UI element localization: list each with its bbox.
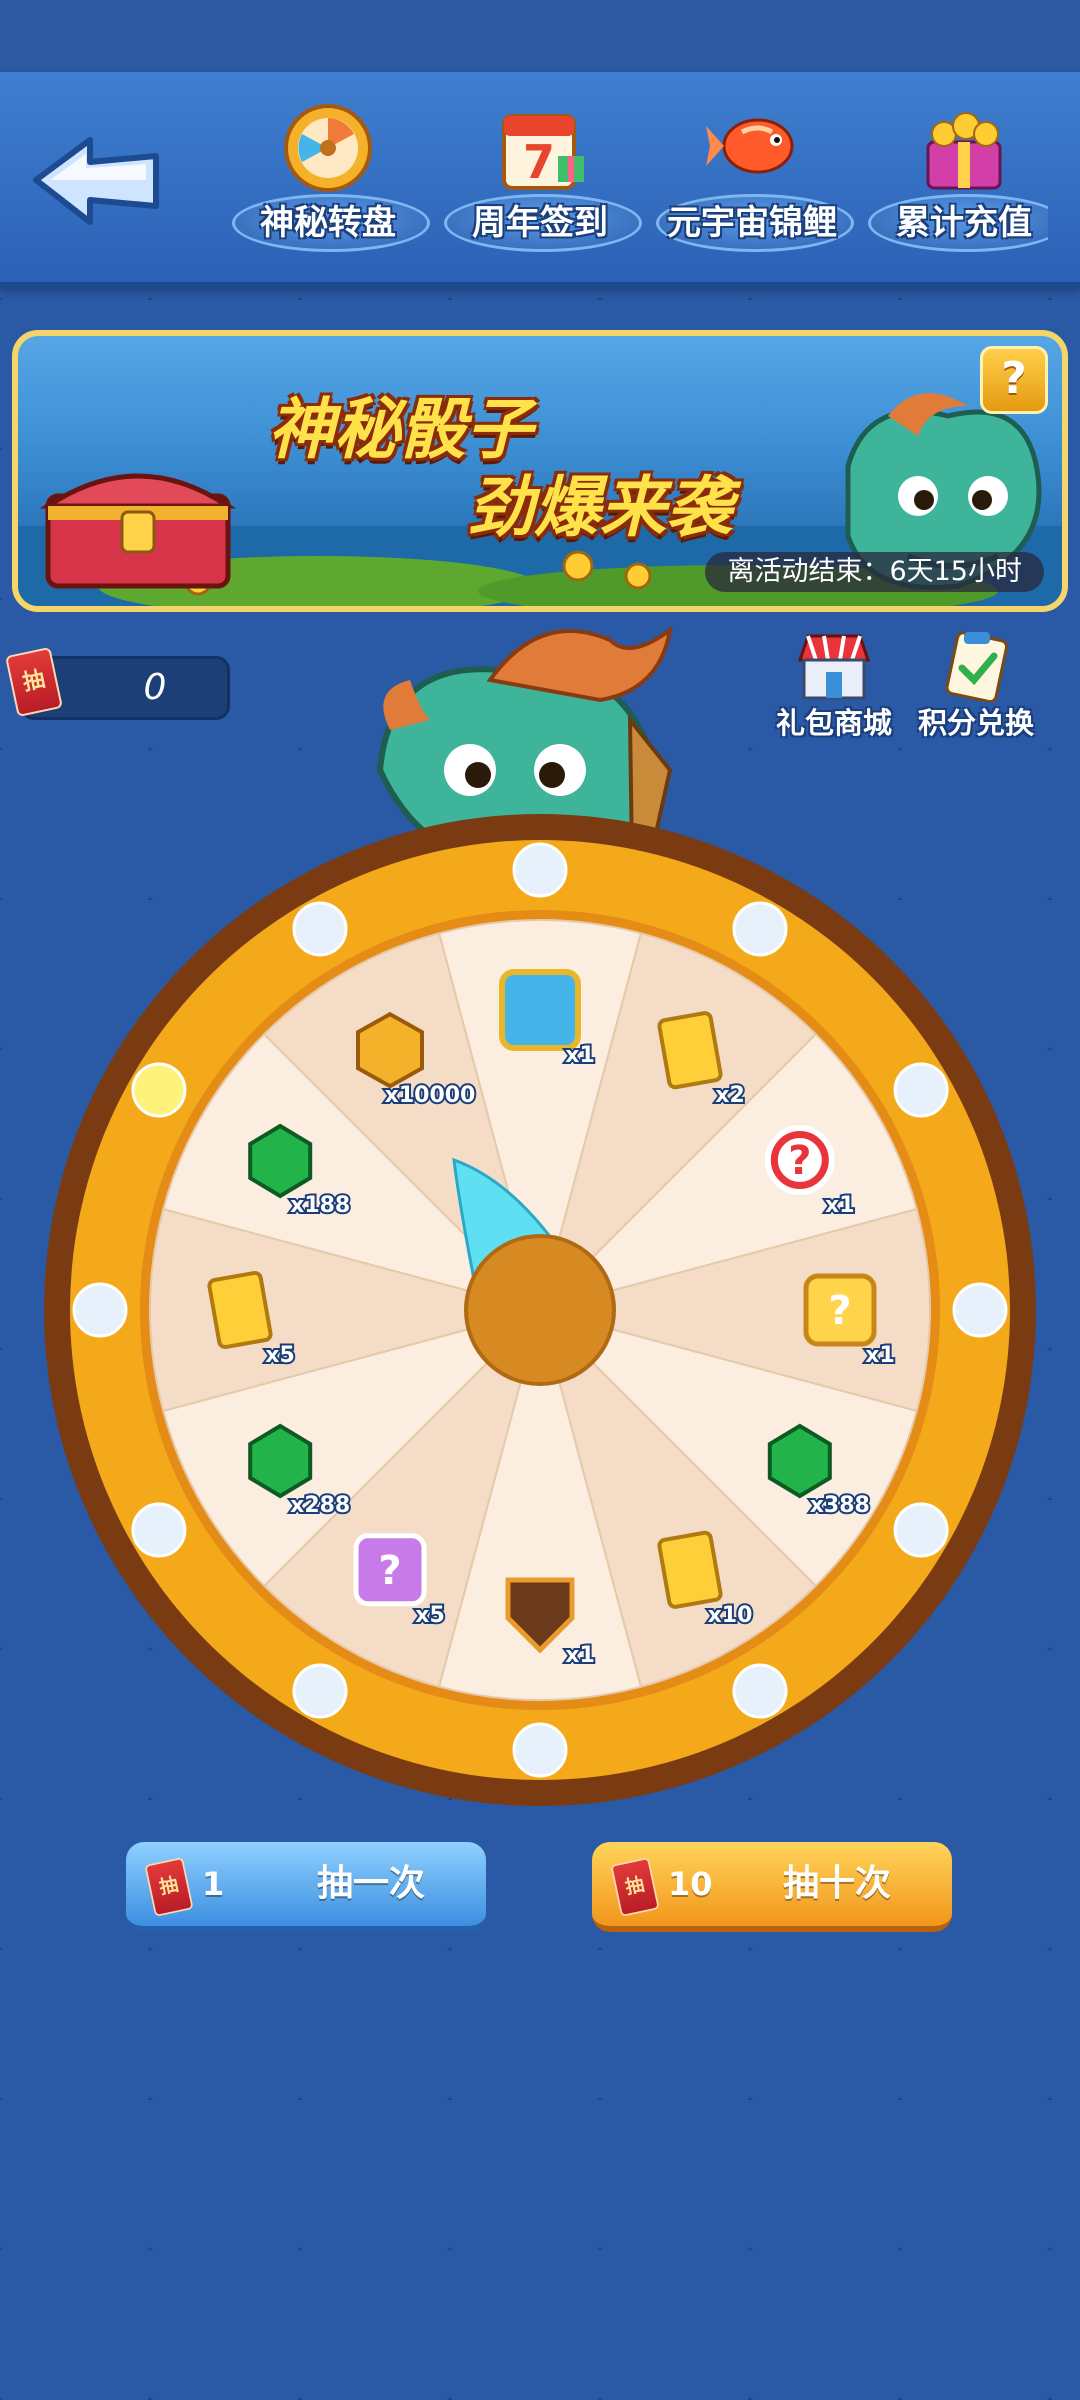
wheel-light	[512, 842, 568, 898]
points-exchange-button[interactable]: 积分兑换	[906, 630, 1046, 740]
gift-shop-button[interactable]: 礼包商城	[764, 630, 904, 740]
prize-quantity: x2	[715, 1083, 745, 1108]
tab-label: 神秘转盘	[260, 203, 396, 243]
wheel-light	[893, 1062, 949, 1118]
question-mark-icon: ?	[378, 1548, 401, 1594]
points-exchange-label: 积分兑换	[917, 706, 1034, 740]
top-nav: 神秘转盘 7 周年签到 元宇宙锦鲤 累计充值	[0, 72, 1080, 288]
tab-label: 周年签到	[472, 203, 608, 243]
gold-coin-icon	[356, 1011, 424, 1089]
dragon-card-icon	[499, 969, 581, 1051]
prize-quantity: x5	[265, 1343, 295, 1368]
event-countdown: 离活动结束：6天15小时	[705, 552, 1044, 592]
draw-ticket-icon: 抽	[5, 646, 63, 718]
tab-label: 累计充值	[896, 203, 1032, 243]
prize-quantity: x10	[708, 1603, 753, 1628]
wheel-light	[893, 1502, 949, 1558]
spin-once-button[interactable]: 抽 1 抽一次	[126, 1842, 486, 1932]
wheel-light	[131, 1502, 187, 1558]
help-button[interactable]: ?	[980, 346, 1048, 414]
spin-ten-label: 抽十次	[782, 1863, 891, 1904]
prize-wheel[interactable]: x1 x2? x1? x1 x388 x10 x1? x5 x288 x5 x188 x10000	[40, 810, 1040, 1810]
spin-once-cost: 1	[202, 1865, 225, 1903]
activity-tabs: 神秘转盘 7 周年签到 元宇宙锦鲤 累计充值	[228, 92, 1048, 272]
tab-anniversary-checkin[interactable]: 7 周年签到	[440, 92, 642, 272]
emerald-icon	[248, 1423, 313, 1499]
emerald-icon	[767, 1423, 832, 1499]
back-button[interactable]	[28, 130, 168, 230]
question-mark-icon: ?	[788, 1138, 811, 1184]
prize-quantity: x388	[810, 1493, 870, 1518]
draw-ticket-icon: 抽	[610, 1857, 660, 1917]
status-bar	[0, 0, 1080, 72]
calendar-icon: 7	[502, 114, 584, 190]
shop-icon	[797, 634, 871, 700]
wheel-light	[292, 901, 348, 957]
roulette-icon	[284, 104, 372, 192]
prize-quantity: x1	[865, 1343, 895, 1368]
dice-card-icon	[657, 1011, 723, 1090]
draw-ticket-count: 0	[143, 667, 167, 708]
wheel-light	[732, 1663, 788, 1719]
prize-quantity: x5	[415, 1603, 445, 1628]
dice-card-icon	[657, 1530, 723, 1609]
svg-text:7: 7	[523, 135, 555, 189]
dice-card-icon	[207, 1270, 273, 1350]
tab-label: 元宇宙锦鲤	[667, 203, 837, 243]
prize-quantity: x10000	[385, 1083, 476, 1108]
tab-cumulative-recharge[interactable]: 累计充值	[864, 92, 1048, 272]
prize-quantity: x288	[290, 1493, 350, 1518]
treasure-gift-icon	[926, 112, 1002, 190]
spin-once-label: 抽一次	[316, 1863, 425, 1904]
treasure-chest-icon	[39, 473, 237, 589]
tab-mystery-wheel[interactable]: 神秘转盘	[228, 92, 430, 272]
draw-ticket-icon: 抽	[144, 1857, 194, 1917]
wheel-light	[952, 1282, 1008, 1338]
wheel-light	[131, 1062, 187, 1118]
prize-quantity: x1	[565, 1643, 595, 1668]
prize-quantity: x1	[565, 1043, 595, 1068]
spin-ten-button[interactable]: 抽 10 抽十次	[592, 1842, 952, 1932]
koi-fish-icon	[706, 118, 794, 174]
prize-quantity: x1	[825, 1193, 855, 1218]
wheel-hub[interactable]	[464, 1234, 616, 1386]
question-mark-icon: ?	[828, 1288, 851, 1334]
wheel-light	[732, 901, 788, 957]
back-arrow-icon	[33, 137, 159, 225]
prize-quantity: x188	[290, 1193, 350, 1218]
spin-ten-cost: 10	[668, 1865, 713, 1903]
emerald-icon	[248, 1123, 313, 1199]
draw-ticket-counter: 抽 0	[5, 646, 230, 720]
tab-metaverse-koi[interactable]: 元宇宙锦鲤	[652, 92, 854, 272]
gift-shop-label: 礼包商城	[775, 706, 892, 740]
event-banner: 神秘骰子 劲爆来袭 ? 离活动结束：6天15小时	[12, 330, 1068, 612]
wheel-light	[292, 1663, 348, 1719]
banner-title-line2: 劲爆来袭	[468, 469, 732, 546]
points-exchange-icon	[945, 631, 1009, 702]
wheel-light	[72, 1282, 128, 1338]
wheel-light	[512, 1722, 568, 1778]
